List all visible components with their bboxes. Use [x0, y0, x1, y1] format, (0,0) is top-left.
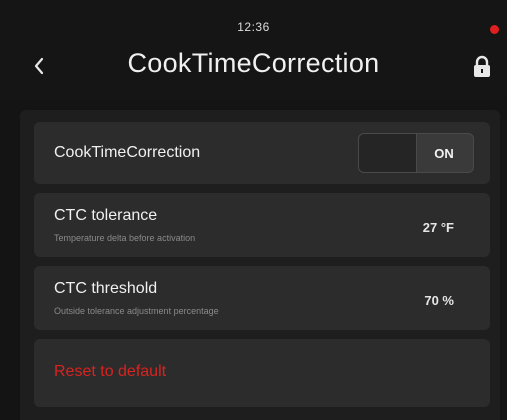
notification-dot-icon — [490, 25, 499, 34]
screen: 12:36 CookTimeCorrection CookTimeCorrect… — [0, 0, 507, 420]
ctc-tolerance-value: 27 °F — [422, 220, 454, 235]
ctc-tolerance-label: CTC tolerance — [54, 207, 158, 224]
ctc-threshold-value: 70 % — [424, 293, 454, 308]
ctc-toggle-switch[interactable]: ON — [358, 133, 474, 173]
ctc-toggle-row: CookTimeCorrection ON — [34, 122, 490, 184]
reset-row[interactable]: Reset to default — [34, 339, 490, 407]
ctc-tolerance-description: Temperature delta before activation — [54, 233, 196, 243]
toggle-off-segment — [359, 134, 417, 172]
ctc-threshold-row[interactable]: CTC threshold Outside tolerance adjustme… — [34, 266, 490, 330]
ctc-threshold-description: Outside tolerance adjustment percentage — [54, 306, 219, 316]
ctc-toggle-label: CookTimeCorrection — [54, 144, 201, 161]
page-title: CookTimeCorrection — [127, 48, 380, 78]
ctc-tolerance-row[interactable]: CTC tolerance Temperature delta before a… — [34, 193, 490, 257]
ctc-threshold-label: CTC threshold — [54, 280, 158, 297]
lock-icon[interactable] — [471, 55, 493, 79]
toggle-on-segment: ON — [434, 145, 454, 161]
status-time: 12:36 — [237, 20, 270, 34]
header: 12:36 CookTimeCorrection — [0, 0, 507, 98]
reset-to-default-button[interactable]: Reset to default — [54, 363, 166, 381]
settings-panel: CookTimeCorrection ON CTC tolerance Temp… — [20, 110, 500, 420]
